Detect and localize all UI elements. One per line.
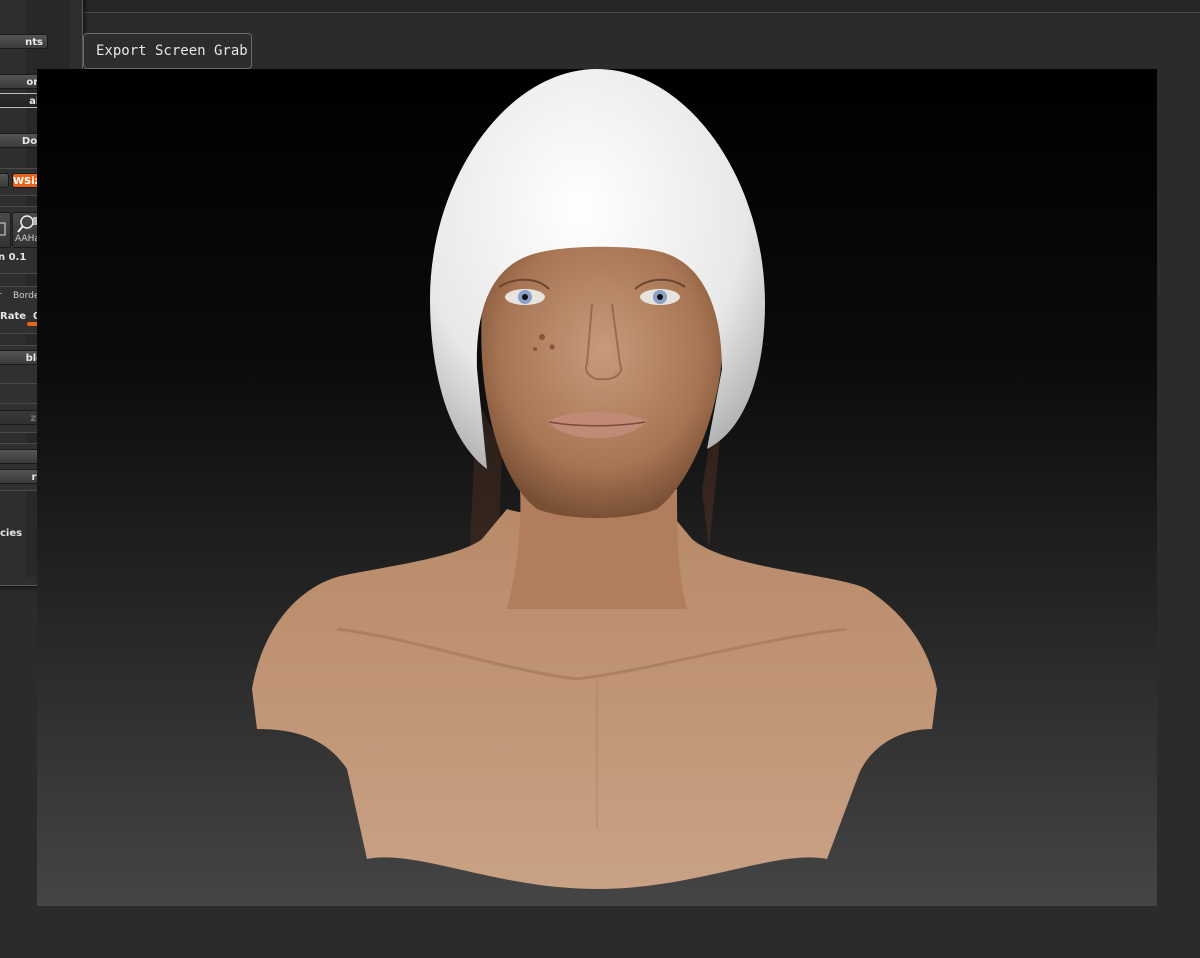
palette-subtitle[interactable]: cies bbox=[0, 528, 22, 539]
top-bar bbox=[82, 0, 1200, 13]
aa-label-left: l bbox=[0, 234, 1, 244]
rate-label: Rate bbox=[0, 311, 27, 322]
palette-button-size-left[interactable] bbox=[0, 173, 9, 188]
zoom-value[interactable]: n 0.1 bbox=[0, 252, 26, 263]
sculpt-model bbox=[252, 69, 937, 889]
document-icon[interactable] bbox=[0, 212, 11, 248]
palette-button-1[interactable]: nts bbox=[0, 34, 48, 49]
border-label[interactable]: r bbox=[0, 291, 2, 301]
viewport-canvas[interactable] bbox=[37, 69, 1157, 906]
export-screen-grab-tooltip: Export Screen Grab bbox=[83, 33, 252, 69]
